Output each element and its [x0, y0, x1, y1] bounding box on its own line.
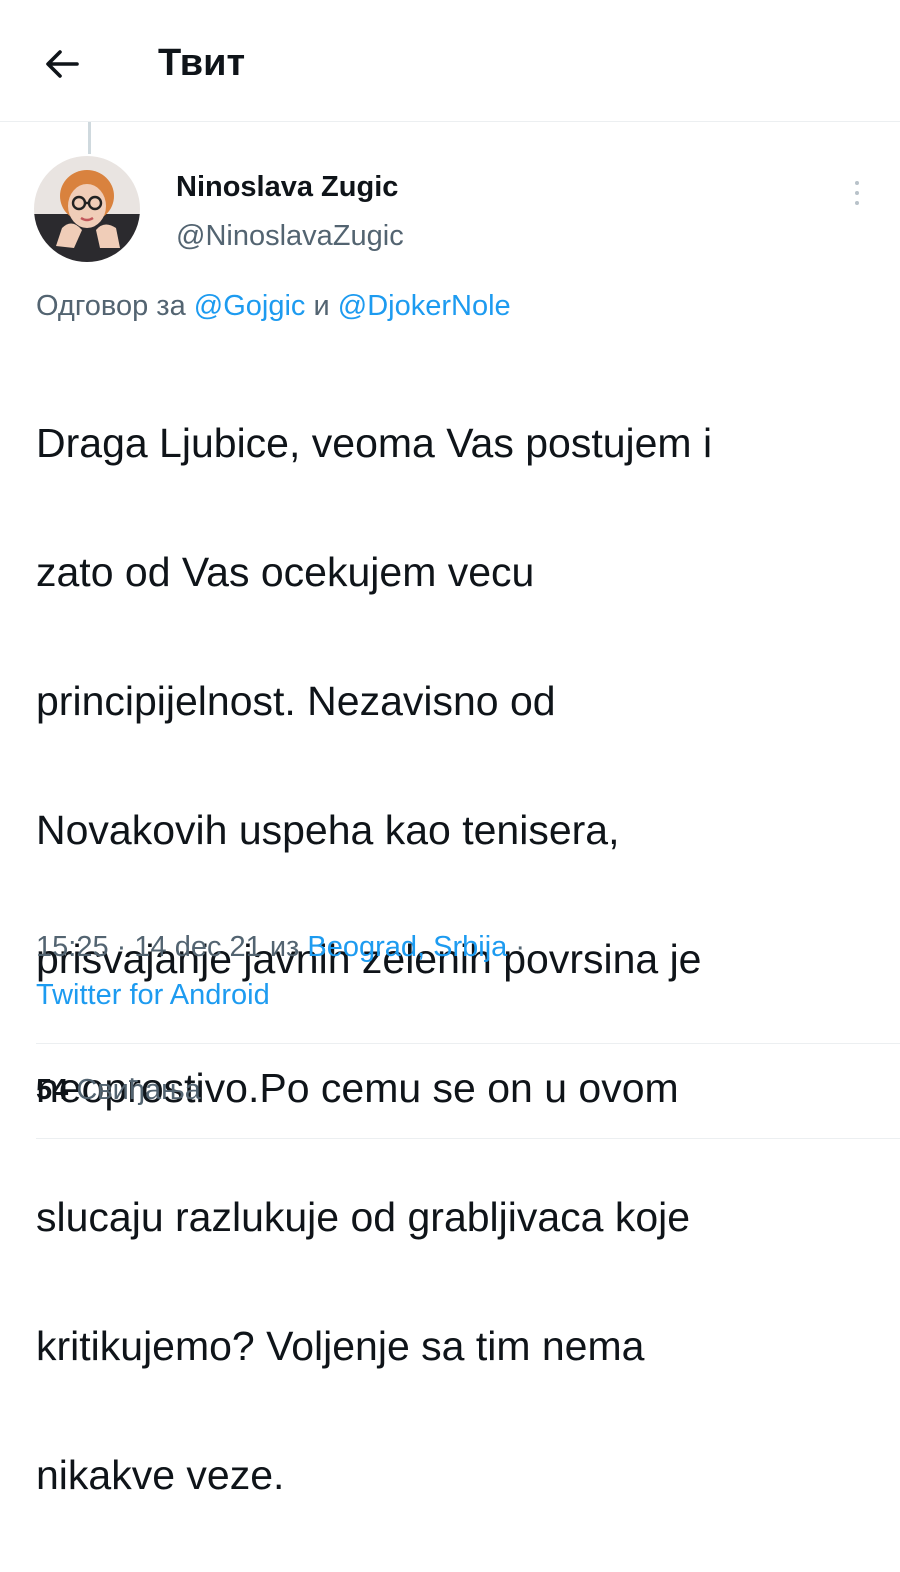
tweet-text-line: principijelnost. Nezavisno od — [36, 677, 556, 724]
avatar[interactable] — [34, 156, 140, 262]
location-prefix: из — [269, 931, 300, 963]
tweet-text-line: Draga Ljubice, veoma Vas postujem i — [36, 419, 713, 466]
tweet-text-line: zato od Vas ocekujem vecu — [36, 548, 535, 595]
tweet-text-line: slucaju razlukuje od grabljivaca koje — [36, 1193, 691, 1240]
avatar-photo — [34, 156, 140, 262]
location-link[interactable]: Beograd, Srbija — [307, 931, 507, 963]
mention-link-gojgic[interactable]: @Gojgic — [194, 290, 306, 322]
divider — [36, 1138, 900, 1139]
reply-prefix: Одговор за — [36, 290, 186, 322]
thread-connector-line — [88, 122, 91, 154]
author-display-name[interactable]: Ninoslava Zugic — [176, 170, 398, 204]
arrow-left-icon — [46, 50, 79, 78]
page-title: Твит — [158, 42, 246, 84]
tweet-text-line: Novakovih uspeha kao tenisera, — [36, 806, 620, 853]
tweet-text-line: kritikujemo? Voljenje sa tim nema — [36, 1322, 645, 1369]
tweet-source-link[interactable]: Twitter for Android — [36, 977, 270, 1013]
vertical-ellipsis-icon — [855, 201, 859, 205]
tweet-text-line: nikakve veze. — [36, 1451, 285, 1498]
author-username[interactable]: @NinoslavaZugic — [176, 219, 404, 253]
tweet-metadata: 15:25 · 14 dec 21 из Beograd, Srbija · — [36, 929, 525, 965]
replying-to-line: Одговор за @Gojgic и @DjokerNole — [36, 287, 511, 325]
divider — [36, 1043, 900, 1044]
tweet-time[interactable]: 15:25 — [36, 931, 109, 963]
vertical-ellipsis-icon — [855, 191, 859, 195]
top-bar: Твит — [0, 0, 900, 122]
reply-conjunction: и — [313, 290, 330, 322]
tweet-date[interactable]: 14 dec 21 — [134, 931, 261, 963]
likes-label: Свиђања — [76, 1074, 201, 1106]
mention-link-djokernole[interactable]: @DjokerNole — [338, 290, 511, 322]
vertical-ellipsis-icon — [855, 181, 859, 185]
meta-separator: · — [515, 931, 526, 963]
likes-count[interactable]: 54 Свиђања — [36, 1072, 201, 1108]
back-button[interactable] — [36, 38, 88, 90]
likes-number: 54 — [36, 1074, 69, 1106]
meta-separator: · — [116, 931, 127, 963]
more-options-button[interactable] — [845, 176, 869, 210]
